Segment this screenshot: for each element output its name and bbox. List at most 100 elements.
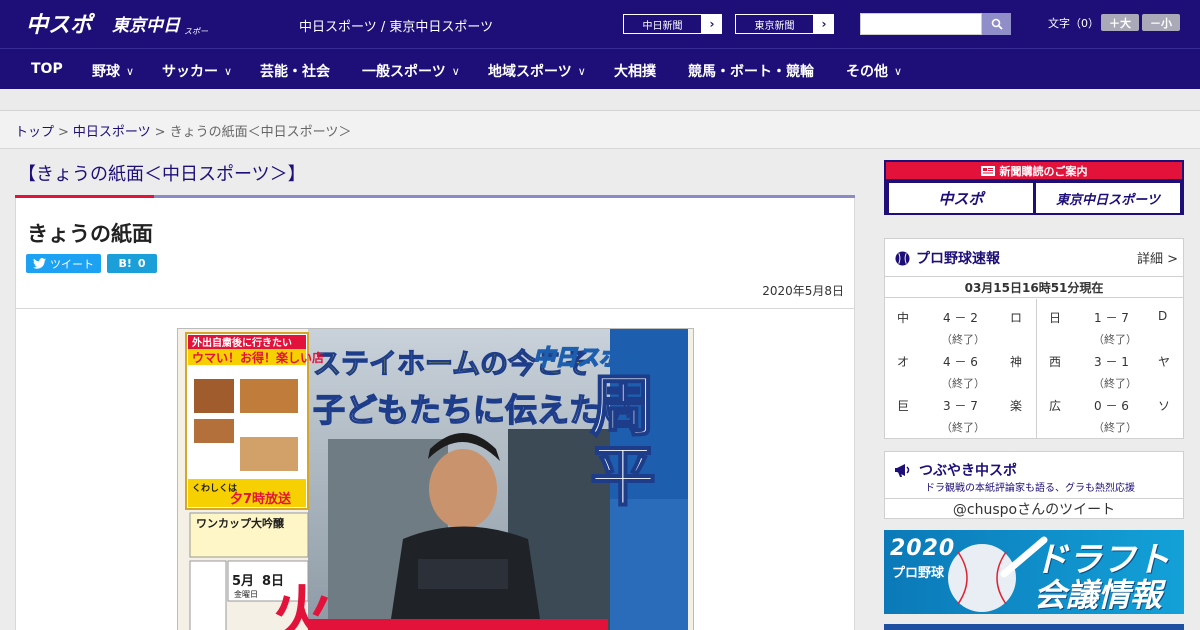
- nav-label: 競馬・ボート・競輪: [688, 64, 814, 80]
- subscription-title: 新聞購読のご案内: [999, 164, 1088, 178]
- game-score: 4 － 6: [943, 355, 978, 369]
- big-name-2: 平: [590, 438, 656, 515]
- team-home: 中: [897, 311, 910, 325]
- site-label[interactable]: 中日スポーツ / 東京中日スポーツ: [299, 16, 493, 35]
- tsubuyaki-tweets-link[interactable]: @chuspoさんのツイート: [885, 498, 1183, 519]
- front-page-image[interactable]: 火 ステイホームの今こそ 中日スポーツ 子どもたちに伝えたい 周 平 外出自粛後…: [177, 328, 694, 630]
- article-date: 2020年5月8日: [762, 284, 844, 298]
- team-home: オ: [897, 355, 910, 369]
- tsubuyaki-widget: つぶやき中スポ ドラ観戦の本紙評論家も語る、グラも熱烈応援 @chuspoさんの…: [884, 451, 1184, 519]
- game-row[interactable]: 日 1 － 7 D （終了）: [1037, 299, 1185, 346]
- game-row[interactable]: 西 3 － 1 ヤ （終了）: [1037, 343, 1185, 390]
- hatena-label: B!: [118, 257, 132, 270]
- game-score: 4 － 2: [943, 311, 978, 325]
- main-nav: TOP 野球 ∨ サッカー ∨ 芸能・社会 一般スポーツ ∨ 地域スポーツ ∨ 大相撲 …: [0, 48, 1200, 89]
- game-row[interactable]: 広 0 － 6 ソ （終了）: [1037, 387, 1185, 434]
- subscribe-chuspo-button[interactable]: 中スポ: [889, 183, 1033, 213]
- scores-detail-link[interactable]: 詳細 >: [1137, 248, 1178, 267]
- chevron-right-icon: ›: [702, 14, 722, 34]
- next-banner[interactable]: [884, 624, 1184, 630]
- nav-item-other[interactable]: その他 ∨: [846, 61, 902, 81]
- game-score: 3 － 7: [943, 399, 978, 413]
- nav-item-top[interactable]: TOP: [31, 61, 63, 77]
- draft-subtitle: プロ野球: [892, 566, 945, 581]
- breadcrumb: トップ > 中日スポーツ > きょうの紙面＜中日スポーツ＞: [0, 111, 1200, 149]
- nav-label: サッカー: [162, 64, 218, 80]
- article-title: きょうの紙面: [27, 222, 153, 246]
- site-logo[interactable]: 中スポ 東京中日 スポーツ: [26, 9, 208, 39]
- tsubuyaki-subtitle: ドラ観戦の本紙評論家も語る、グラも熱烈応援: [925, 483, 1135, 494]
- issue-weekday: 金曜日: [234, 589, 258, 599]
- game-row[interactable]: オ 4 － 6 神 （終了）: [885, 343, 1034, 390]
- team-away: ソ: [1158, 399, 1171, 413]
- game-row[interactable]: 巨 3 － 7 楽 （終了）: [885, 387, 1034, 434]
- font-decrease-button[interactable]: －小: [1142, 14, 1180, 31]
- scores-title: プロ野球速報: [895, 248, 1000, 268]
- divider: [16, 308, 854, 309]
- tokyo-shimbun-link[interactable]: 東京新聞 ›: [734, 13, 835, 35]
- baseball-icon: [895, 250, 910, 266]
- game-score: 1 － 7: [1094, 311, 1129, 325]
- team-home: 西: [1049, 355, 1062, 369]
- draft-year: 2020: [890, 536, 956, 561]
- team-away: 楽: [1010, 399, 1023, 413]
- nav-item-general-sports[interactable]: 一般スポーツ ∨: [362, 61, 460, 81]
- nav-item-racing[interactable]: 競馬・ボート・競輪: [688, 61, 814, 81]
- game-score: 0 － 6: [1094, 399, 1129, 413]
- chevron-down-icon: ∨: [451, 65, 460, 78]
- newspaper-icon: [980, 165, 995, 176]
- ad-strip: [0, 89, 1200, 111]
- nav-item-baseball[interactable]: 野球 ∨: [92, 61, 134, 81]
- team-away: D: [1158, 309, 1168, 323]
- nav-label: 地域スポーツ: [488, 64, 572, 80]
- breadcrumb-section[interactable]: 中日スポーツ: [73, 125, 151, 140]
- chunichi-shimbun-link[interactable]: 中日新聞 ›: [622, 13, 723, 35]
- chevron-down-icon: ∨: [577, 65, 586, 78]
- draft-title-2: 会議情報: [1034, 576, 1163, 614]
- nav-label: その他: [846, 64, 888, 80]
- nav-label: 野球: [92, 64, 120, 80]
- draft-info-banner[interactable]: 2020 プロ野球 ドラフト 会議情報: [884, 530, 1184, 614]
- game-row[interactable]: 中 4 － 2 ロ （終了）: [885, 299, 1034, 346]
- tsubuyaki-title-label: つぶやき中スポ: [919, 463, 1017, 479]
- article-top-accent: [15, 195, 154, 198]
- hatena-bookmark-button[interactable]: B! 0: [107, 254, 157, 273]
- megaphone-icon: [895, 464, 910, 477]
- nav-item-soccer[interactable]: サッカー ∨: [162, 61, 232, 81]
- breadcrumb-separator: >: [154, 125, 166, 140]
- breadcrumb-separator: >: [58, 125, 69, 140]
- ad-subtitle: ウマい！お得！楽しい店: [192, 350, 324, 365]
- nav-item-regional-sports[interactable]: 地域スポーツ ∨: [488, 61, 586, 81]
- nav-label: 芸能・社会: [260, 64, 330, 80]
- chevron-down-icon: ∨: [894, 65, 903, 78]
- twitter-icon: [33, 258, 46, 269]
- search-button[interactable]: [982, 13, 1011, 35]
- breadcrumb-current: きょうの紙面＜中日スポーツ＞: [169, 125, 352, 140]
- subscription-heading: 新聞購読のご案内: [886, 162, 1182, 179]
- subscribe-tokyo-chunichi-button[interactable]: 東京中日スポーツ: [1036, 183, 1180, 213]
- team-home: 巨: [897, 399, 910, 413]
- headline-2: 子どもたちに伝えたい: [313, 391, 633, 429]
- team-away: ロ: [1010, 311, 1023, 325]
- search-icon: [991, 18, 1003, 30]
- tweet-button[interactable]: ツイート: [26, 254, 101, 273]
- front-page-illustration: 火 ステイホームの今こそ 中日スポーツ 子どもたちに伝えたい 周 平 外出自粛後…: [178, 329, 693, 630]
- nav-item-entertainment[interactable]: 芸能・社会: [260, 61, 330, 81]
- subscription-banner[interactable]: 新聞購読のご案内 中スポ 東京中日スポーツ: [884, 160, 1184, 215]
- game-score: 3 － 1: [1094, 355, 1129, 369]
- hatena-count: 0: [137, 257, 146, 270]
- chevron-down-icon: ∨: [126, 65, 135, 78]
- font-size-label: 文字（0）: [1048, 17, 1099, 30]
- nav-item-sumo[interactable]: 大相撲: [614, 61, 656, 81]
- chunichi-shimbun-label: 中日新聞: [623, 14, 702, 34]
- big-name-1: 周: [590, 368, 656, 445]
- article-card: きょうの紙面 ツイート B! 0 2020年5月8日 火 ステイホームの今こそ …: [15, 195, 855, 630]
- svg-text:スポーツ: スポーツ: [184, 27, 208, 36]
- font-increase-button[interactable]: ＋大: [1101, 14, 1139, 31]
- search-input[interactable]: [860, 13, 982, 35]
- svg-text:東京中日: 東京中日: [112, 16, 181, 36]
- scores-timestamp: 03月15日16時51分現在: [885, 276, 1183, 298]
- breadcrumb-home[interactable]: トップ: [15, 125, 54, 140]
- page-heading: 【きょうの紙面＜中日スポーツ＞】: [18, 164, 306, 185]
- svg-text:中スポ: 中スポ: [26, 12, 96, 38]
